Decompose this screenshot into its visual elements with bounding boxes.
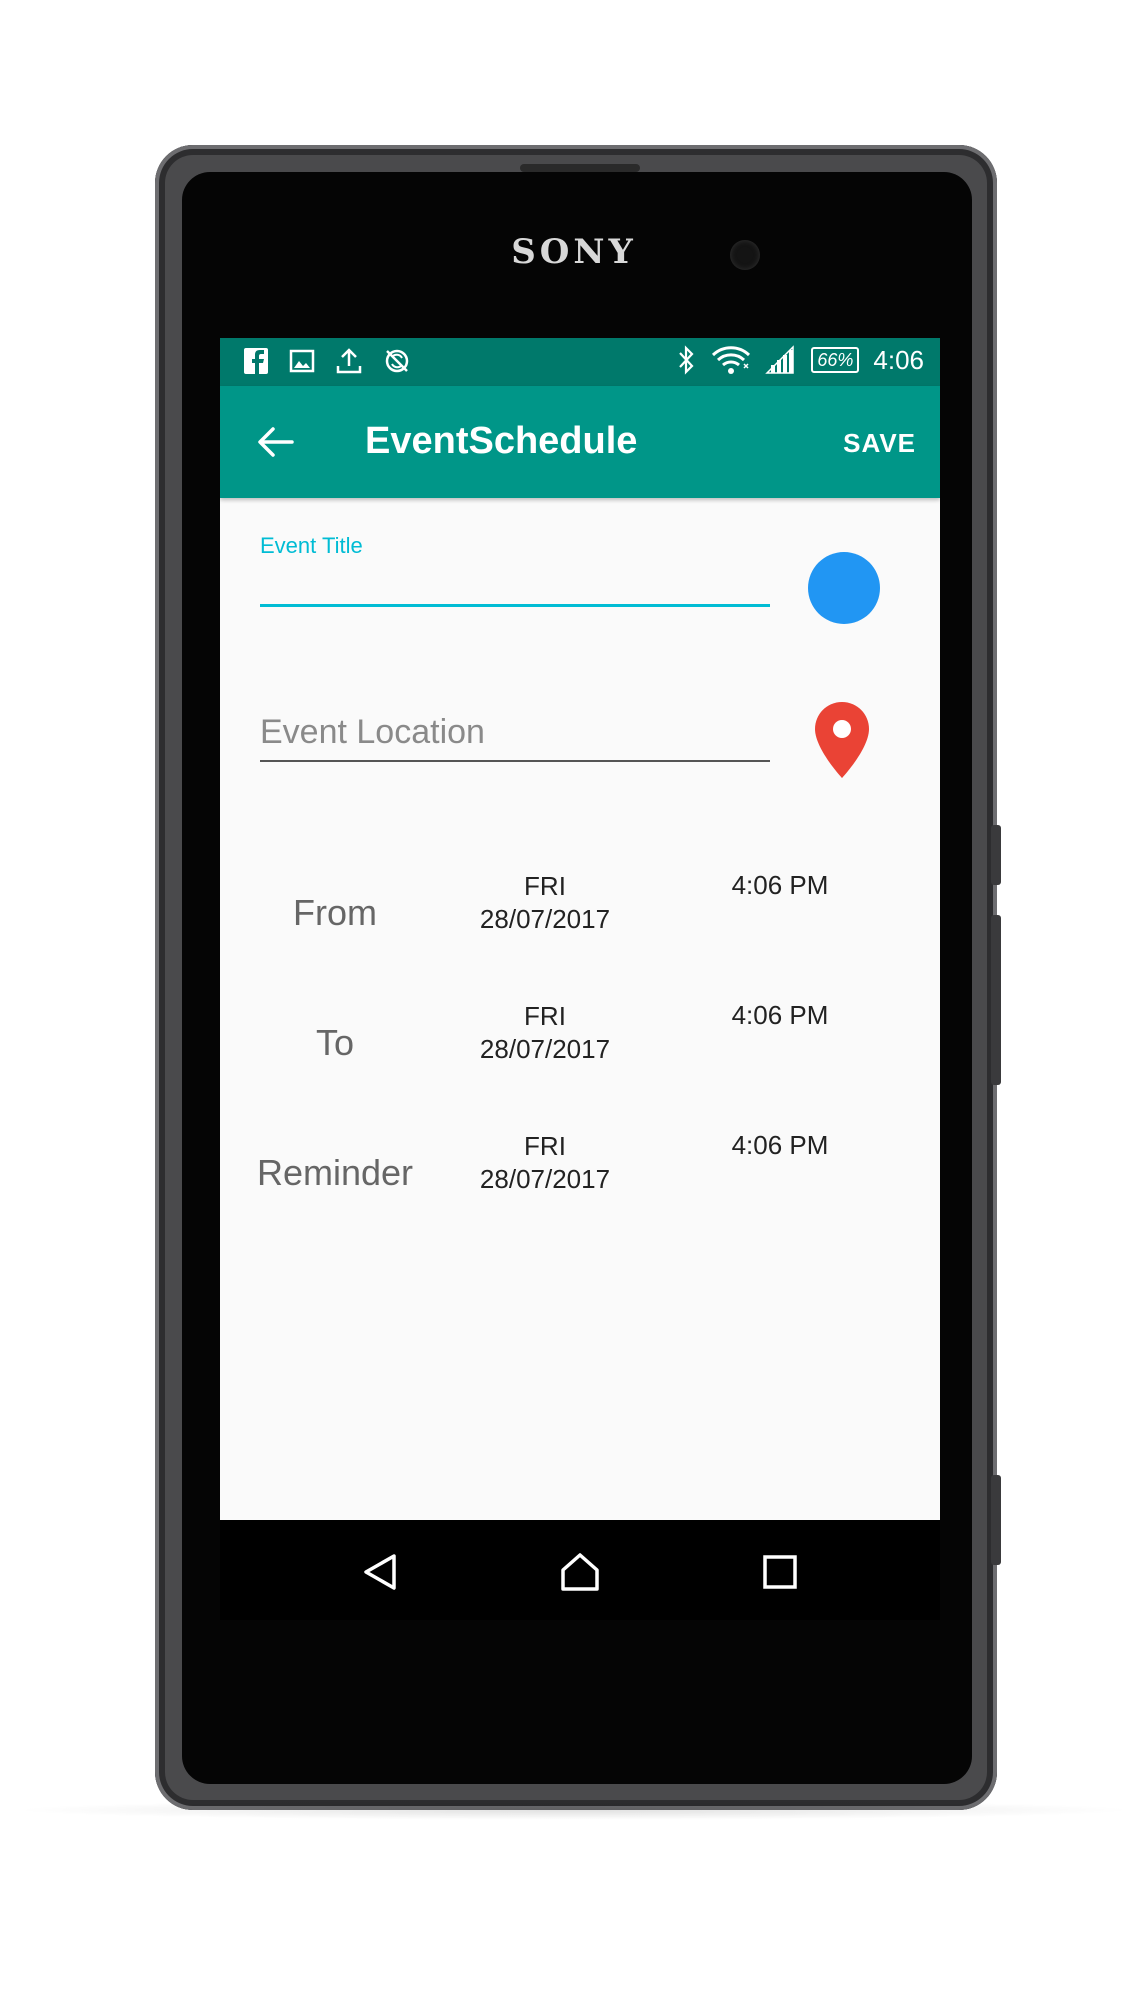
time-picker[interactable]: 4:06 PM xyxy=(700,1000,860,1031)
time-picker[interactable]: 4:06 PM xyxy=(700,870,860,901)
date-picker[interactable]: FRI 28/07/2017 xyxy=(420,1000,670,1066)
status-clock: 4:06 xyxy=(873,344,924,375)
status-bar-notifications xyxy=(242,346,412,376)
phone-shadow xyxy=(10,1800,1138,1820)
schedule-row-from: From FRI 28/07/2017 4:06 PM xyxy=(220,870,940,960)
status-bar: 66% 4:06 xyxy=(220,338,940,386)
date-picker[interactable]: FRI 28/07/2017 xyxy=(420,870,670,936)
save-button[interactable]: SAVE xyxy=(843,428,916,459)
app-bar: EventSchedule SAVE xyxy=(220,386,940,498)
event-title-label: Event Title xyxy=(260,533,363,558)
recents-icon xyxy=(763,1555,797,1589)
schedule-row-reminder: Reminder FRI 28/07/2017 4:06 PM xyxy=(220,1130,940,1220)
event-color-picker[interactable] xyxy=(808,552,880,624)
camera-button xyxy=(991,1475,1001,1565)
schedule-label: From xyxy=(293,892,377,933)
date-value: 28/07/2017 xyxy=(479,904,611,934)
date-day: FRI xyxy=(524,871,566,901)
upload-icon xyxy=(334,346,364,376)
image-icon xyxy=(288,346,316,376)
schedule-label: To xyxy=(315,1022,355,1063)
navigation-bar xyxy=(220,1520,940,1620)
battery-indicator: 66% xyxy=(811,347,860,373)
date-day: FRI xyxy=(524,1001,566,1031)
time-picker[interactable]: 4:06 PM xyxy=(700,1130,860,1161)
earpiece-speaker xyxy=(520,164,640,172)
date-picker[interactable]: FRI 28/07/2017 xyxy=(420,1130,670,1196)
status-bar-system: 66% 4:06 xyxy=(675,344,924,376)
map-pin-icon xyxy=(815,702,869,778)
signal-icon xyxy=(765,345,797,375)
nav-recents-button[interactable] xyxy=(758,1550,802,1594)
schedule-row-to: To FRI 28/07/2017 4:06 PM xyxy=(220,1000,940,1090)
screen: 66% 4:06 EventSchedule SAVE Event Title … xyxy=(220,338,940,1620)
back-button[interactable] xyxy=(256,424,296,460)
nav-home-button[interactable] xyxy=(558,1550,602,1594)
event-title-input[interactable] xyxy=(260,560,770,607)
sync-off-icon xyxy=(382,346,412,376)
facebook-icon xyxy=(242,346,270,376)
arrow-left-icon xyxy=(258,427,294,457)
device-brand-logo: SONY xyxy=(511,232,637,272)
location-pin-button[interactable] xyxy=(812,700,872,780)
wifi-icon xyxy=(711,344,751,376)
schedule-label: Reminder xyxy=(256,1152,414,1193)
volume-button xyxy=(991,915,1001,1085)
date-value: 28/07/2017 xyxy=(479,1164,611,1194)
date-day: FRI xyxy=(524,1131,566,1161)
nav-back-button[interactable] xyxy=(358,1550,402,1594)
front-camera xyxy=(730,240,760,270)
power-button xyxy=(991,825,1001,885)
date-value: 28/07/2017 xyxy=(479,1034,611,1064)
home-icon xyxy=(561,1553,599,1591)
bluetooth-icon xyxy=(675,344,697,376)
back-icon xyxy=(364,1554,396,1590)
page-title: EventSchedule xyxy=(365,420,638,462)
event-location-input[interactable] xyxy=(260,704,770,762)
